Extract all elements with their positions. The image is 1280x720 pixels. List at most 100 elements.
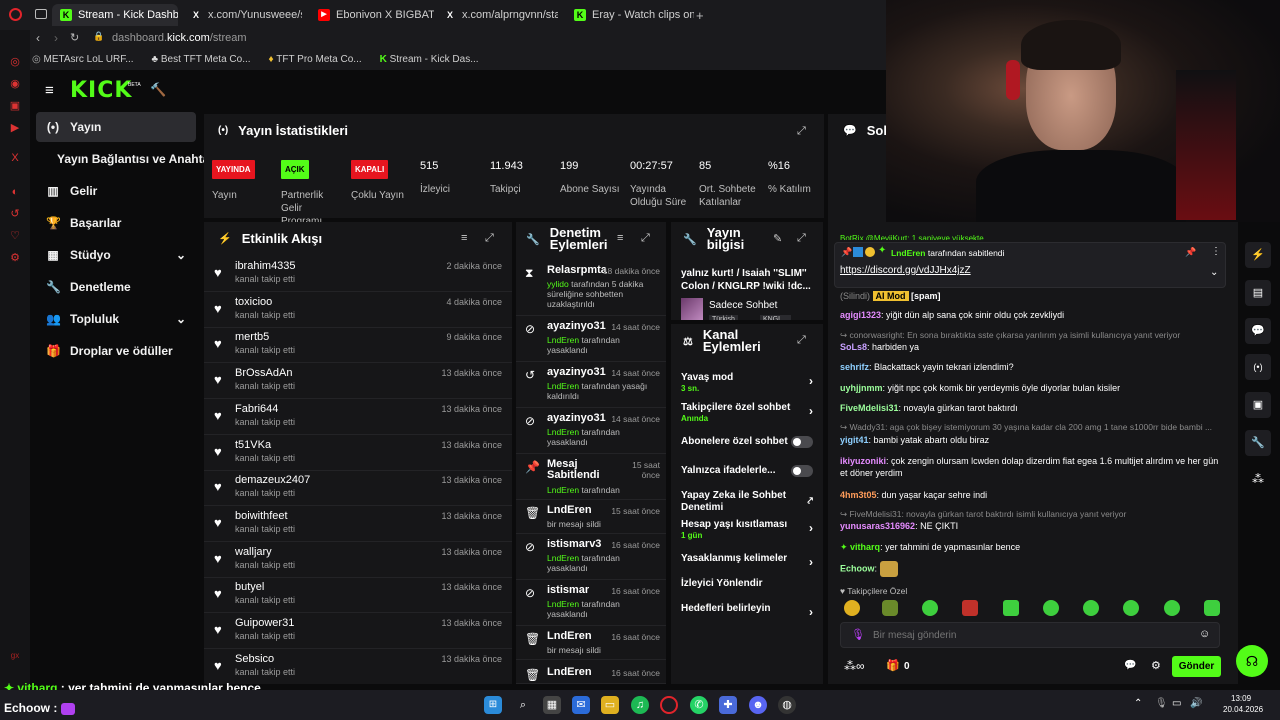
activity-user[interactable]: toxicioo — [235, 296, 272, 308]
moderation-target[interactable]: istismarv3 — [547, 539, 601, 550]
moderation-target[interactable]: ayazinyo31 — [547, 321, 606, 332]
emote-kick-5[interactable] — [1123, 600, 1139, 616]
chat-username[interactable]: agigi1323 — [840, 310, 881, 320]
sidebar-chat-icon[interactable]: ◉ — [9, 78, 21, 90]
nav-item-studyo[interactable]: ▦ Stüdyo ⌄ — [36, 240, 196, 270]
reload-icon[interactable]: ↻ — [70, 31, 79, 44]
bookmark-tft-pro[interactable]: ♦ TFT Pro Meta Co... — [269, 54, 362, 65]
tab-kick-dashboard[interactable]: K Stream - Kick Dashboard — [52, 4, 178, 26]
emote-kick-7[interactable] — [1204, 600, 1220, 616]
chat-username[interactable]: sehrifz — [840, 362, 869, 372]
popout-icon[interactable]: ⤢ — [641, 232, 650, 245]
nav-item-denetleme[interactable]: 🔧 Denetleme — [36, 272, 196, 302]
nav-item-basarilar[interactable]: 🏆 Başarılar — [36, 208, 196, 238]
channel-action-row[interactable]: Hedefleri belirleyin › — [681, 603, 817, 619]
sidebar-more-icon[interactable]: gx — [9, 650, 21, 662]
popout-icon[interactable]: ⤢ — [797, 125, 806, 138]
game-launcher-icon[interactable]: ✚ — [719, 696, 737, 714]
emote-kick-4[interactable] — [1083, 600, 1099, 616]
emote-kick-1[interactable] — [922, 600, 938, 616]
sidebar-youtube-icon[interactable]: ▶ — [9, 122, 21, 134]
chat-message[interactable]: ikiyuzoniki: çok zengin olursam lcwden d… — [840, 455, 1220, 479]
opera-logo-icon[interactable] — [9, 8, 22, 21]
activity-user[interactable]: demazeux2407 — [235, 474, 310, 486]
broadcast-rail-icon[interactable]: (•) — [1245, 354, 1271, 380]
activity-row[interactable]: ♥ mertb5 kanalı takip etti 9 dakika önce — [204, 327, 512, 364]
moderation-row[interactable]: 🗑 LndEren 16 saat önce bir mesajı sildi — [516, 628, 666, 660]
nav-item-stream-key[interactable]: Yayın Bağlantısı ve Anahtarı — [47, 144, 217, 174]
chat-message[interactable]: 4hm3t05: dun yaşar kaçar sehre indi — [840, 489, 1220, 501]
windows-start-icon[interactable]: ⊞ — [484, 696, 502, 714]
emoji-picker-icon[interactable]: ☺ — [1199, 628, 1210, 640]
activity-user[interactable]: mertb5 — [235, 331, 269, 343]
moderation-row[interactable]: ⧗ Relasrpmta 18 dakika önce yylido tarafınd… — [516, 262, 666, 316]
taskbar-time[interactable]: 13:09 — [1231, 694, 1251, 703]
chat-message[interactable]: uyhjjnmm: yiğit npc çok komik bir yerdey… — [840, 382, 1220, 394]
chat-username[interactable]: vitharq — [850, 542, 880, 552]
moderation-target[interactable]: Mesaj Sabitlendi — [547, 459, 617, 481]
moderation-row[interactable]: ⊘ istismarv3 16 saat önce LndEren tarafında… — [516, 536, 666, 580]
chat-message[interactable]: sehrifz: Blackattack yayin tekrari izlen… — [840, 361, 1220, 373]
sidebar-history-icon[interactable]: ↺ — [9, 208, 21, 220]
moderation-target[interactable]: istismar — [547, 585, 589, 596]
chat-rail-icon[interactable]: 💬 — [1245, 318, 1271, 344]
moderation-target[interactable]: LndEren — [547, 667, 592, 678]
discord-icon[interactable]: ☻ — [749, 696, 767, 714]
channel-action-row[interactable]: Yapay Zeka ile Sohbet Denetimi ⤤ — [681, 490, 817, 514]
moderation-row[interactable]: ⊘ istismar 16 saat önce LndEren tarafından … — [516, 582, 666, 626]
moderation-row[interactable]: ⊘ ayazinyo31 14 saat önce LndEren tarafında… — [516, 410, 666, 454]
chat-message[interactable]: SoLs8: harbiden ya — [840, 341, 1220, 353]
hammer-icon[interactable]: 🔨 — [150, 82, 166, 98]
support-headset-icon[interactable]: ☊ — [1236, 645, 1268, 677]
channel-action-row[interactable]: Yavaş mod 3 sn. › — [681, 372, 817, 393]
toggle-switch[interactable] — [791, 465, 813, 477]
layout-rail-icon[interactable]: ▣ — [1245, 392, 1271, 418]
activity-user[interactable]: ibrahim4335 — [235, 260, 296, 272]
gift-icon[interactable]: 🎁 — [886, 659, 900, 672]
activity-user[interactable]: walljary — [235, 546, 272, 558]
activity-row[interactable]: ♥ toxicioo kanalı takip etti 4 dakika önce — [204, 292, 512, 328]
chat-username[interactable]: Echoow — [840, 563, 875, 573]
search-icon[interactable]: ⌕ — [514, 696, 532, 714]
channel-action-row[interactable]: Yasaklanmış kelimeler › — [681, 553, 817, 569]
tab-youtube-ebonivon[interactable]: ▶ Ebonivon X BIGBAT - TAM — [310, 4, 434, 26]
new-tab-icon[interactable]: + — [696, 8, 704, 23]
activity-row[interactable]: ♥ ibrahim4335 kanalı takip etti 2 dakika ön… — [204, 256, 512, 292]
chat-username[interactable]: SoLs8 — [840, 342, 867, 352]
chevron-down-icon[interactable]: ⌄ — [1210, 267, 1218, 278]
activity-user[interactable]: Sebsico — [235, 653, 274, 665]
category-label[interactable]: Sadece Sohbet — [709, 300, 777, 311]
nav-item-topluluk[interactable]: 👥 Topluluk ⌄ — [36, 304, 196, 334]
forward-icon[interactable]: › — [54, 31, 58, 45]
send-button[interactable]: Gönder — [1172, 656, 1221, 677]
moderation-target[interactable]: Relasrpmta — [547, 265, 607, 276]
channel-action-row[interactable]: Takipçilere özel sohbet Anında › — [681, 402, 817, 423]
clipboard-icon[interactable]: ▤ — [1245, 280, 1271, 306]
chat-username[interactable]: yigit41 — [840, 435, 869, 445]
tray-volume-icon[interactable]: 🔊 — [1190, 698, 1202, 709]
wrench-rail-icon[interactable]: 🔧 — [1245, 430, 1271, 456]
moderation-target[interactable]: LndEren — [547, 505, 592, 516]
chat-bubble-icon[interactable]: 💬 — [1124, 660, 1136, 671]
hamburger-menu-icon[interactable]: ≡ — [45, 82, 54, 99]
activity-row[interactable]: ♥ walljary kanalı takip etti 13 dakika önce — [204, 542, 512, 578]
moderation-row[interactable]: ↺ ayazinyo31 14 saat önce LndEren tarafında… — [516, 364, 666, 408]
pinned-link[interactable]: https://discord.gg/vdJJHx4jzZ — [840, 265, 971, 276]
moderation-row[interactable]: 🗑 LndEren 16 saat önce — [516, 664, 666, 684]
community-icon[interactable]: ⁂∞ — [844, 659, 865, 673]
popout-icon[interactable]: ⤢ — [797, 334, 806, 347]
microphone-icon[interactable]: 🎙 — [851, 628, 865, 641]
activity-row[interactable]: ♥ butyel kanalı takip etti 13 dakika önce — [204, 577, 512, 614]
filter-icon[interactable]: ≡ — [461, 232, 467, 244]
nav-item-yayin[interactable]: (•) Yayın — [36, 112, 196, 142]
activity-row[interactable]: ♥ Fabri644 kanalı takip etti 13 dakika önce — [204, 399, 512, 435]
emote-kick-3[interactable] — [1043, 600, 1059, 616]
sidebar-player-icon[interactable]: ◐ — [9, 186, 21, 198]
store-icon[interactable]: ▦ — [543, 696, 561, 714]
chat-username[interactable]: 4hm3t05 — [840, 490, 877, 500]
emote-angry[interactable] — [962, 600, 978, 616]
emote-car[interactable] — [882, 600, 898, 616]
settings-gear-icon[interactable]: ⚙ — [1151, 659, 1161, 672]
sidebar-messenger-icon[interactable]: ▣ — [9, 100, 21, 112]
chat-message[interactable]: ✦ vitharq: yer tahmini de yapmasınlar be… — [840, 541, 1220, 553]
